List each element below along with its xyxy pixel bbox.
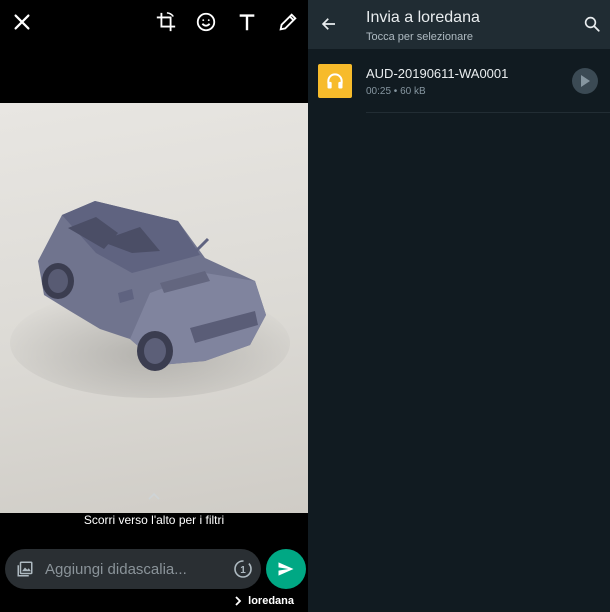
chevron-right-icon <box>235 596 242 606</box>
page-subtitle: Tocca per selezionare <box>366 31 474 43</box>
send-button[interactable] <box>266 549 306 589</box>
car-model-image <box>10 201 290 398</box>
emoji-icon[interactable] <box>193 9 219 35</box>
close-icon[interactable] <box>9 9 35 35</box>
play-button[interactable] <box>572 68 598 94</box>
image-editor: Scorri verso l'alto per i filtri 1 lored… <box>0 0 308 612</box>
filters-hint: Scorri verso l'alto per i filtri <box>83 513 225 527</box>
view-once-icon[interactable]: 1 <box>233 559 253 579</box>
text-icon[interactable] <box>234 9 260 35</box>
search-icon[interactable] <box>583 15 601 33</box>
send-icon <box>278 562 294 576</box>
gallery-icon[interactable] <box>16 560 34 578</box>
send-to-header: Invia a loredana Tocca per selezionare <box>308 0 610 49</box>
caption-bar: 1 <box>5 549 261 589</box>
pencil-icon[interactable] <box>275 9 301 35</box>
file-name: AUD-20190611-WA0001 <box>366 66 509 81</box>
page-title: Invia a loredana <box>366 9 480 26</box>
audio-file-thumbnail <box>318 64 352 98</box>
back-arrow-icon[interactable] <box>320 15 338 33</box>
crop-rotate-icon[interactable] <box>153 9 179 35</box>
recipient-indicator: loredana <box>234 595 294 607</box>
play-icon <box>581 75 590 87</box>
send-to-panel: Invia a loredana Tocca per selezionare A… <box>308 0 610 612</box>
chevron-up-icon[interactable] <box>146 490 162 502</box>
headphones-icon <box>327 73 343 89</box>
file-meta: 00:25 • 60 kB <box>366 86 426 97</box>
photo-preview[interactable] <box>0 103 308 513</box>
divider <box>366 112 610 113</box>
caption-input[interactable] <box>45 559 215 579</box>
recipient-name: loredana <box>248 595 294 607</box>
list-item[interactable]: AUD-20190611-WA0001 00:25 • 60 kB <box>308 49 610 113</box>
view-once-label: 1 <box>240 565 246 576</box>
